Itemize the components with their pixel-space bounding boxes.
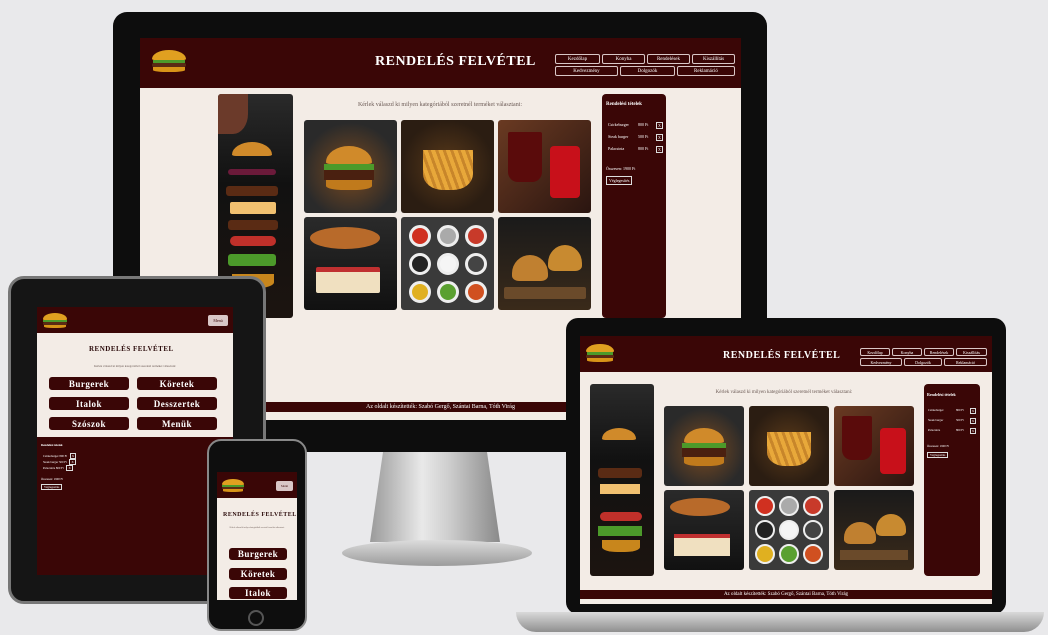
nav-konyha[interactable]: Konyha <box>892 348 922 356</box>
remove-item-button[interactable]: X <box>656 146 663 153</box>
order-title: Rendelési tételek <box>927 392 956 397</box>
exploded-burger-image <box>590 384 654 576</box>
category-szoszok[interactable]: Szószok <box>49 417 129 430</box>
tile-menuk[interactable] <box>834 490 914 570</box>
burger-logo-icon <box>586 344 614 362</box>
burger-logo-icon <box>152 50 186 72</box>
tablet-header: Menü <box>37 307 233 333</box>
nav-rendelesek[interactable]: Rendelések <box>647 54 690 64</box>
order-panel: Rendelési tételek Csirkeburger 800 Ft X … <box>602 94 666 318</box>
nav-reklamacio[interactable]: Reklamáció <box>677 66 735 76</box>
menu-button[interactable]: Menü <box>208 315 228 326</box>
phone-screen: Menü RENDELÉS FELVÉTEL Kérlek válaszd ki… <box>217 472 297 600</box>
order-title: Rendelési tételek <box>41 443 63 447</box>
phone-header: Menü <box>217 472 297 498</box>
remove-item-button[interactable]: X <box>66 465 73 471</box>
remove-item-button[interactable]: X <box>656 122 663 129</box>
order-item: Csirkeburger 800 Ft X <box>928 408 977 414</box>
laptop-base <box>516 612 1044 632</box>
nav-kezdolap[interactable]: Kezdőlap <box>555 54 600 64</box>
category-italok[interactable]: Italok <box>49 397 129 410</box>
tile-italok[interactable] <box>834 406 914 486</box>
remove-item-button[interactable]: X <box>970 408 977 414</box>
order-title: Rendelési tételek <box>606 102 642 107</box>
order-item: Steak burger 500 Ft X <box>928 418 977 424</box>
laptop-screen: RENDELÉS FELVÉTEL Kezdőlap Konyha Rendel… <box>580 336 992 604</box>
category-burgerek[interactable]: Burgerek <box>229 548 287 560</box>
tile-desszertek[interactable] <box>664 490 744 570</box>
order-total: Összesen: 1900 Ft <box>41 477 63 481</box>
page-title: RENDELÉS FELVÉTEL <box>375 54 536 69</box>
tile-italok[interactable] <box>498 120 591 213</box>
finalize-button[interactable]: Véglegesítés <box>606 176 633 185</box>
monitor-stand-base <box>342 540 532 566</box>
order-panel: Rendelési tételek Csirkeburger 800 Ft X … <box>924 384 980 576</box>
footer: Az oldalt készítették: Szabó Gergő, Szán… <box>580 590 992 599</box>
finalize-button[interactable]: Véglegesítés <box>41 484 63 490</box>
tile-desszertek[interactable] <box>304 217 397 310</box>
nav-kiszallitas[interactable]: Kiszállítás <box>692 54 735 64</box>
nav-kedvezmeny[interactable]: Kedvezmény <box>860 358 902 366</box>
order-item: Palacsinta 800 Ft X <box>928 428 977 434</box>
order-panel: Rendelési tételek Csirkeburger 800 Ft X … <box>37 437 233 575</box>
category-koretek[interactable]: Köretek <box>229 568 287 580</box>
nav-konyha[interactable]: Konyha <box>602 54 645 64</box>
burger-logo-icon <box>222 479 244 492</box>
tile-menuk[interactable] <box>498 217 591 310</box>
nav-rendelesek[interactable]: Rendelések <box>924 348 954 356</box>
nav-reklamacio[interactable]: Reklamáció <box>944 358 987 366</box>
tablet-screen: Menü RENDELÉS FELVÉTEL Kérlek válaszd ki… <box>37 307 233 575</box>
laptop-header: RENDELÉS FELVÉTEL Kezdőlap Konyha Rendel… <box>580 336 992 372</box>
page-title: RENDELÉS FELVÉTEL <box>723 350 841 361</box>
intro-text: Kérlek válaszd ki milyen kategóriából sz… <box>715 390 853 395</box>
tile-burgerek[interactable] <box>664 406 744 486</box>
nav-dolgozok[interactable]: Dolgozók <box>620 66 675 76</box>
order-total: Összesen: 1900 Ft <box>606 166 636 171</box>
page-title: RENDELÉS FELVÉTEL <box>223 512 297 518</box>
intro-text: Kérlek válaszd ki milyen kategóriából sz… <box>229 527 285 529</box>
intro-text: Kérlek válaszd ki milyen kategóriából sz… <box>357 102 523 108</box>
nav-kiszallitas[interactable]: Kiszállítás <box>956 348 987 356</box>
tile-koretek[interactable] <box>749 406 829 486</box>
page-title: RENDELÉS FELVÉTEL <box>89 345 174 353</box>
nav-kezdolap[interactable]: Kezdőlap <box>860 348 890 356</box>
tile-szoszok[interactable] <box>749 490 829 570</box>
category-italok[interactable]: Italok <box>229 587 287 599</box>
remove-item-button[interactable]: X <box>970 418 977 424</box>
category-menuk[interactable]: Menük <box>137 417 217 430</box>
order-item: Steak burger 500 Ft X <box>608 134 663 141</box>
intro-text: Kérlek válaszd ki milyen kategóriából sz… <box>93 364 177 368</box>
order-item: Palacsinta 800 Ft X <box>608 146 663 153</box>
order-item: Csirkeburger 800 Ft X <box>608 122 663 129</box>
order-total: Összesen: 1900 Ft <box>927 444 949 448</box>
tile-koretek[interactable] <box>401 120 494 213</box>
remove-item-button[interactable]: X <box>656 134 663 141</box>
order-item: Palacsinta 800 Ft X <box>43 465 73 471</box>
desktop-header: RENDELÉS FELVÉTEL Kezdőlap Konyha Rendel… <box>140 38 741 88</box>
category-koretek[interactable]: Köretek <box>137 377 217 390</box>
category-desszertek[interactable]: Desszertek <box>137 397 217 410</box>
phone-home-button[interactable] <box>248 610 264 626</box>
menu-button[interactable]: Menü <box>276 481 293 491</box>
nav-dolgozok[interactable]: Dolgozók <box>904 358 942 366</box>
category-burgerek[interactable]: Burgerek <box>49 377 129 390</box>
burger-logo-icon <box>43 313 67 328</box>
finalize-button[interactable]: Véglegesítés <box>927 452 949 458</box>
monitor-stand-neck <box>370 452 500 542</box>
remove-item-button[interactable]: X <box>970 428 977 434</box>
tile-szoszok[interactable] <box>401 217 494 310</box>
tile-burgerek[interactable] <box>304 120 397 213</box>
nav-kedvezmeny[interactable]: Kedvezmény <box>555 66 618 76</box>
